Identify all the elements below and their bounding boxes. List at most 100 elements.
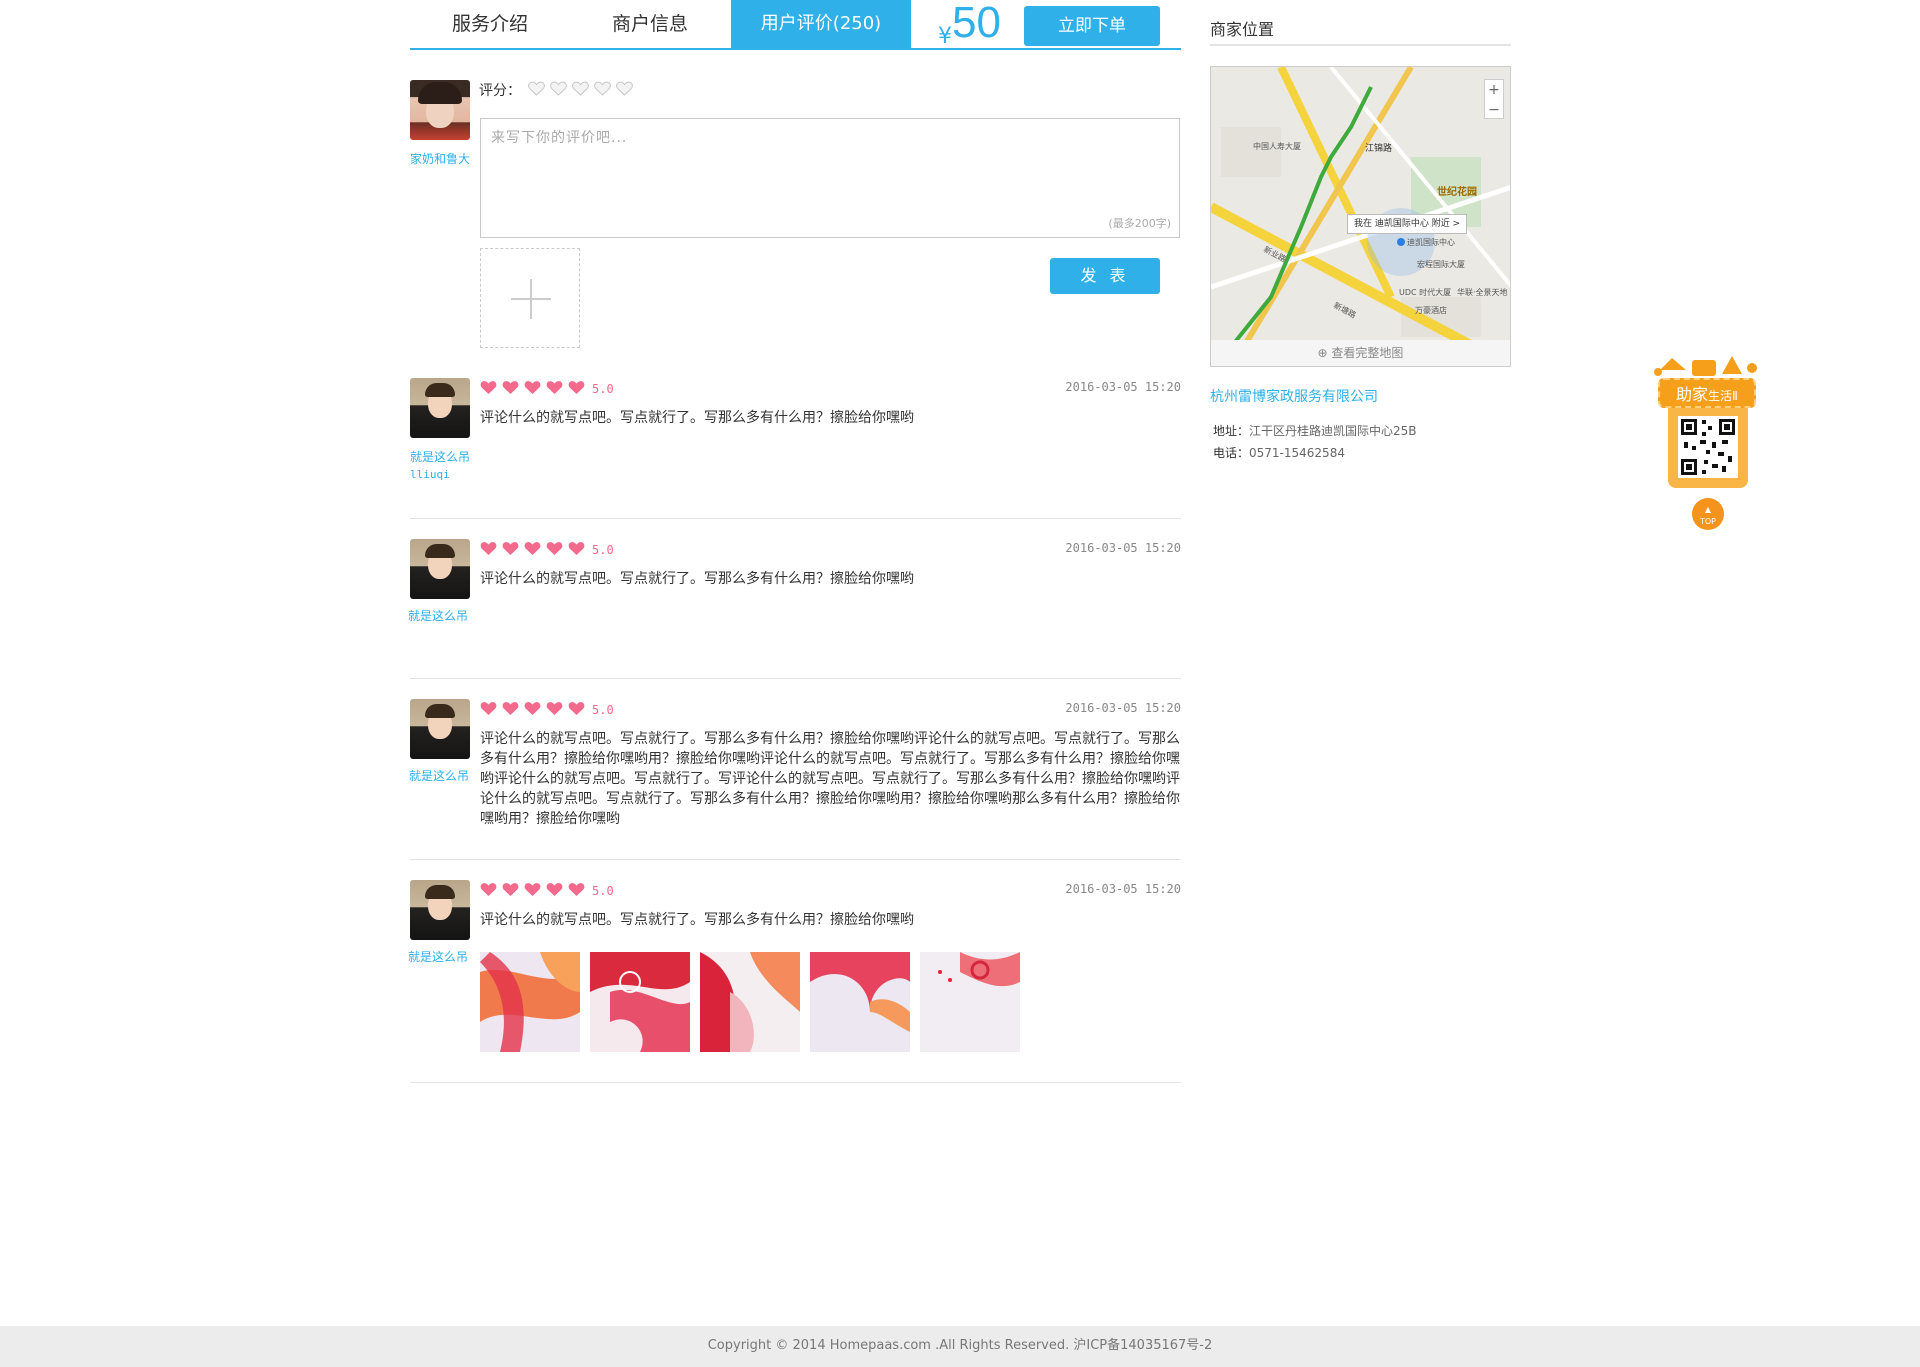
heart-icon: [546, 882, 563, 897]
phone-value: 0571-15462584: [1249, 446, 1345, 460]
heart-icon: [546, 701, 563, 716]
price-currency: ¥: [938, 24, 952, 49]
heart-icon: [502, 882, 519, 897]
tab-user-reviews[interactable]: 用户评价(250): [731, 0, 911, 48]
heart-icon: [568, 701, 585, 716]
price: ¥50: [938, 0, 1001, 49]
back-to-top-label: TOP: [1699, 517, 1716, 526]
map-callout[interactable]: 我在 迪凯国际中心 附近 >: [1347, 214, 1468, 234]
heart-icon: [546, 541, 563, 556]
review-content: 评论什么的就写点吧。写点就行了。写那么多有什么用？擦脸给你嘿哟评论什么的就写点吧…: [480, 731, 1180, 827]
reviewer-avatar[interactable]: [410, 378, 470, 438]
review-textarea[interactable]: [481, 119, 1179, 237]
heart-icon: [502, 701, 519, 716]
current-user-name[interactable]: 家奶和鲁大: [410, 150, 470, 167]
heart-icon: [480, 541, 497, 556]
tab-service-intro[interactable]: 服务介绍: [410, 0, 570, 48]
map-label: 中国人寿大厦: [1253, 141, 1301, 151]
rating-input: [528, 81, 638, 100]
page-footer: Copyright © 2014 Homepaas.com .All Right…: [0, 1326, 1920, 1367]
heart-icon: [502, 380, 519, 395]
rating-heart-icon[interactable]: [528, 81, 545, 96]
merchant-address: 地址：江干区丹桂路迪凯国际中心25B: [1213, 422, 1417, 439]
map-label: UDC 时代大厦: [1399, 287, 1451, 297]
map-label: 迪凯国际中心: [1407, 237, 1455, 247]
max-length-hint: (最多200字): [1108, 217, 1171, 230]
heart-icon: [568, 541, 585, 556]
map-label: 江锦路: [1365, 142, 1392, 154]
rating-heart-icon[interactable]: [594, 81, 611, 96]
review-date: 2016-03-05 15:20: [1065, 380, 1181, 394]
heart-icon: [480, 380, 497, 395]
qr-code-icon: [1678, 416, 1738, 478]
review-rating: 5.0: [480, 882, 614, 900]
address-label: 地址：: [1213, 424, 1250, 438]
heart-icon: [524, 701, 541, 716]
widget-brand-suffix: 生活Ⅱ: [1708, 389, 1738, 403]
heart-icon: [568, 882, 585, 897]
map-label: 万豪酒店: [1415, 305, 1447, 315]
reviewer-name[interactable]: 就是这么吊: [408, 948, 468, 965]
review-photo[interactable]: [480, 952, 580, 1052]
rating-label: 评分：: [479, 83, 521, 99]
location-title: 商家位置: [1210, 20, 1275, 39]
zoom-icon: ⊕: [1317, 346, 1332, 360]
review-rating: 5.0: [480, 380, 614, 398]
upload-photo-button[interactable]: [480, 248, 580, 348]
price-amount: 50: [952, 0, 1001, 47]
reviewer-avatar[interactable]: [410, 539, 470, 599]
rating-heart-icon[interactable]: [572, 81, 589, 96]
reviewer-name[interactable]: 就是这么吊: [410, 448, 470, 465]
order-now-button[interactable]: 立即下单: [1024, 6, 1160, 46]
rating-heart-icon[interactable]: [550, 81, 567, 96]
heart-icon: [480, 882, 497, 897]
reviewer-avatar[interactable]: [410, 699, 470, 759]
review-item: 就是这么吊 lliuqi 5.0 2016-03-05 15:20 评论什么的就…: [410, 378, 1181, 519]
phone-label: 电话：: [1213, 446, 1250, 460]
map-label: 宏程国际大厦: [1417, 259, 1465, 269]
back-to-top-button[interactable]: ▲ TOP: [1692, 498, 1724, 530]
heart-icon: [524, 380, 541, 395]
current-user-avatar: [410, 80, 470, 140]
address-value: 江干区丹桂路迪凯国际中心25B: [1249, 424, 1417, 438]
company-name-link[interactable]: 杭州雷博家政服务有限公司: [1210, 386, 1378, 406]
view-full-map-link[interactable]: ⊕ 查看完整地图: [1211, 340, 1510, 366]
review-score: 5.0: [592, 543, 614, 557]
heart-icon: [524, 882, 541, 897]
review-content: 评论什么的就写点吧。写点就行了。写那么多有什么用？擦脸给你嘿哟: [480, 912, 914, 928]
review-score: 5.0: [592, 382, 614, 396]
map-label: 华联·全景天地: [1457, 287, 1508, 297]
review-score: 5.0: [592, 884, 614, 898]
review-date: 2016-03-05 15:20: [1065, 541, 1181, 555]
review-item: 就是这么吊 5.0 2016-03-05 15:20 评论什么的就写点吧。写点就…: [408, 539, 1181, 679]
detail-tabbar: 服务介绍 商户信息 用户评价(250) ¥50 立即下单: [410, 0, 1181, 50]
map-zoom-control[interactable]: + −: [1484, 79, 1504, 119]
view-full-map-label: 查看完整地图: [1331, 346, 1404, 360]
tab-merchant-info[interactable]: 商户信息: [570, 0, 730, 48]
review-photo[interactable]: [920, 952, 1020, 1052]
review-content: 评论什么的就写点吧。写点就行了。写那么多有什么用？擦脸给你嘿哟: [480, 571, 914, 587]
review-textarea-wrap: (最多200字): [480, 118, 1180, 238]
merchant-map[interactable]: 中国人寿大厦 江锦路 世纪花园 迪凯国际中心 宏程国际大厦 UDC 时代大厦 华…: [1210, 66, 1511, 367]
reviewer-name[interactable]: 就是这么吊: [408, 607, 468, 624]
reviewer-id: lliuqi: [410, 468, 450, 481]
review-item: 就是这么吊 5.0 2016-03-05 15:20 评论什么的就写点吧。写点就…: [409, 699, 1181, 860]
heart-icon: [568, 380, 585, 395]
arrow-up-icon: ▲: [1704, 505, 1712, 514]
review-date: 2016-03-05 15:20: [1065, 701, 1181, 715]
rating-heart-icon[interactable]: [616, 81, 633, 96]
review-content: 评论什么的就写点吧。写点就行了。写那么多有什么用？擦脸给你嘿哟: [480, 410, 914, 426]
app-download-widget: 助家生活Ⅱ ▲ TOP: [1652, 350, 1762, 530]
review-photo[interactable]: [590, 952, 690, 1052]
review-photo[interactable]: [700, 952, 800, 1052]
location-divider: [1210, 44, 1511, 46]
heart-icon: [546, 380, 563, 395]
map-label: 世纪花园: [1437, 185, 1477, 198]
review-date: 2016-03-05 15:20: [1065, 882, 1181, 896]
review-photo[interactable]: [810, 952, 910, 1052]
reviewer-name[interactable]: 就是这么吊: [409, 767, 469, 784]
publish-button[interactable]: 发 表: [1050, 258, 1160, 294]
review-score: 5.0: [592, 703, 614, 717]
reviewer-avatar[interactable]: [410, 880, 470, 940]
review-item: 就是这么吊 5.0 2016-03-05 15:20 评论什么的就写点吧。写点就…: [408, 880, 1181, 1083]
